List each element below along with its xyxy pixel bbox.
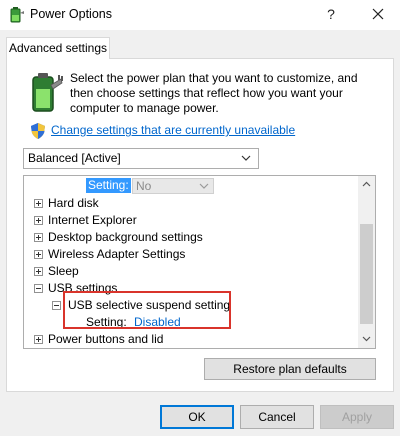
power-options-icon	[7, 6, 25, 24]
tree-row-top-setting: Setting: No	[24, 177, 358, 194]
tree-item-label: Desktop background settings	[48, 230, 203, 244]
top-setting-value: No	[136, 179, 152, 193]
chevron-up-icon	[362, 181, 371, 187]
collapse-icon[interactable]	[34, 284, 43, 293]
cancel-button[interactable]: Cancel	[240, 405, 314, 429]
intro-text: Select the power plan that you want to c…	[70, 71, 358, 115]
chevron-down-icon	[241, 155, 251, 161]
settings-tree-content: Setting: No Hard disk Internet Explorer	[24, 176, 358, 348]
window-title: Power Options	[30, 7, 112, 21]
change-settings-link[interactable]: Change settings that are currently unava…	[51, 123, 295, 137]
battery-plug-icon	[25, 71, 65, 115]
expand-icon[interactable]	[34, 250, 43, 259]
help-button[interactable]: ?	[318, 2, 344, 26]
expand-icon[interactable]	[34, 233, 43, 242]
expand-icon[interactable]	[34, 216, 43, 225]
tree-item-label: Sleep	[48, 264, 79, 278]
tree-item-sleep[interactable]: Sleep	[24, 263, 358, 280]
title-bar: Power Options ?	[0, 0, 400, 30]
scroll-up-button[interactable]	[358, 176, 375, 193]
power-plan-dropdown[interactable]: Balanced [Active]	[23, 148, 259, 169]
ok-button[interactable]: OK	[160, 405, 234, 429]
red-highlight-box	[63, 291, 231, 329]
chevron-down-icon	[199, 183, 209, 189]
expand-icon[interactable]	[34, 335, 43, 344]
chevron-down-icon	[362, 336, 371, 342]
tree-item-label: Hard disk	[48, 196, 99, 210]
dialog-body: Advanced settings Select the power plan …	[0, 30, 400, 436]
tab-advanced-settings[interactable]: Advanced settings	[6, 37, 110, 59]
apply-button[interactable]: Apply	[320, 405, 394, 429]
collapse-icon[interactable]	[52, 301, 61, 310]
expand-icon[interactable]	[34, 199, 43, 208]
top-setting-label: Setting:	[86, 178, 131, 193]
settings-tree[interactable]: Setting: No Hard disk Internet Explorer	[23, 175, 376, 349]
tree-item-power-buttons[interactable]: Power buttons and lid	[24, 331, 358, 348]
tree-item-label: Power buttons and lid	[48, 332, 164, 346]
tree-item-label: Wireless Adapter Settings	[48, 247, 186, 261]
scroll-thumb[interactable]	[360, 224, 373, 324]
tree-scrollbar[interactable]	[358, 176, 375, 348]
tree-item-label: Internet Explorer	[48, 213, 137, 227]
uac-shield-icon	[30, 122, 46, 140]
expand-icon[interactable]	[34, 267, 43, 276]
close-icon	[372, 8, 384, 20]
tree-item-hard-disk[interactable]: Hard disk	[24, 195, 358, 212]
restore-plan-defaults-button[interactable]: Restore plan defaults	[204, 358, 376, 380]
scroll-down-button[interactable]	[358, 331, 375, 348]
close-button[interactable]	[360, 0, 396, 28]
tree-item-internet-explorer[interactable]: Internet Explorer	[24, 212, 358, 229]
tree-item-wireless-adapter[interactable]: Wireless Adapter Settings	[24, 246, 358, 263]
tree-item-desktop-background[interactable]: Desktop background settings	[24, 229, 358, 246]
power-plan-selected: Balanced [Active]	[28, 151, 121, 165]
top-setting-dropdown[interactable]: No	[132, 178, 214, 194]
advanced-settings-panel: Select the power plan that you want to c…	[6, 58, 394, 392]
